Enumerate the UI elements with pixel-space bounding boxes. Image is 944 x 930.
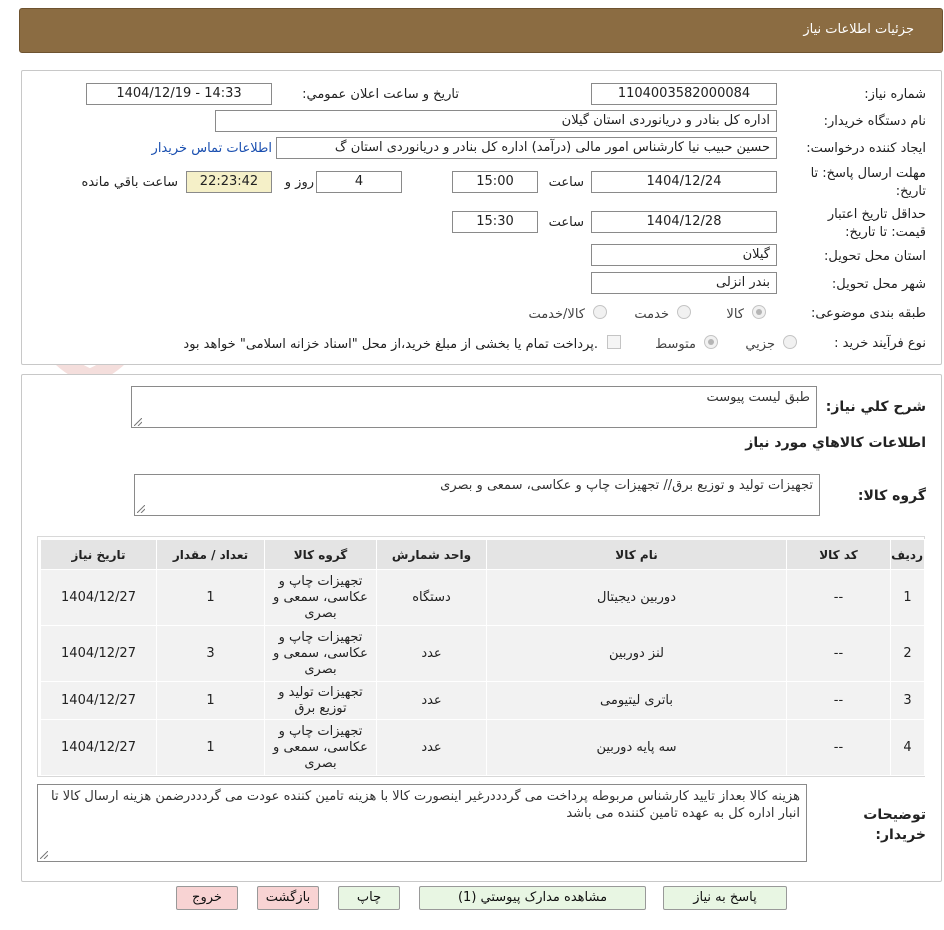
cell-date: 1404/12/27 xyxy=(40,719,157,776)
back-button[interactable]: بازگشت xyxy=(257,886,319,910)
category-goods-service-label: کالا/خدمت xyxy=(528,307,585,322)
validity-date-field: 1404/12/28 xyxy=(591,211,777,233)
cell-quantity: 1 xyxy=(156,719,265,776)
cell-unit: عدد xyxy=(376,719,487,776)
cell-row-number: 1 xyxy=(890,569,925,626)
print-button[interactable]: چاپ xyxy=(338,886,400,910)
table-row: 4 -- سه پایه دوربین عدد تجهیزات چاپ و عک… xyxy=(40,719,925,776)
province-field: گیلان xyxy=(591,244,777,266)
deadline-label: مهلت ارسال پاسخ: تا تاریخ: xyxy=(810,166,926,199)
purchase-medium-label: متوسط xyxy=(655,337,696,352)
validity-time-label: ساعت xyxy=(548,215,584,230)
table-row: 2 -- لنز دوربین عدد تجهیزات چاپ و عکاسی،… xyxy=(40,625,925,682)
deadline-time-label: ساعت xyxy=(548,175,584,190)
category-goods-label: کالا xyxy=(726,307,744,322)
buyer-contact-link[interactable]: اطلاعات تماس خریدار xyxy=(152,141,272,156)
resize-grip-icon[interactable] xyxy=(134,418,142,426)
reply-to-need-button[interactable]: پاسخ به نیاز xyxy=(663,886,787,910)
category-label: طبقه بندی موضوعی: xyxy=(810,306,926,321)
summary-label: شرح کلي نیاز: xyxy=(825,399,926,415)
view-attachments-button[interactable]: مشاهده مدارک پیوستي (1) xyxy=(419,886,646,910)
remaining-days-field: 4 xyxy=(316,171,402,193)
cell-row-number: 3 xyxy=(890,681,925,720)
category-service-label: خدمت xyxy=(634,307,669,322)
col-header-code: کد کالا xyxy=(786,539,891,570)
goods-info-title: اطلاعات کالاهاي مورد نیاز xyxy=(745,435,926,451)
table-row: 3 -- باتری لیتیومی عدد تجهیزات تولید و ت… xyxy=(40,681,925,720)
deadline-date-field: 1404/12/24 xyxy=(591,171,777,193)
cell-code: -- xyxy=(786,569,891,626)
page-title: جزئیات اطلاعات نیاز xyxy=(803,22,914,37)
buyer-org-label: نام دستگاه خریدار: xyxy=(823,114,926,129)
cell-unit: عدد xyxy=(376,681,487,720)
city-field: بندر انزلی xyxy=(591,272,777,294)
resize-grip-icon[interactable] xyxy=(137,505,145,513)
cell-name: دوربین دیجیتال xyxy=(486,569,787,626)
purchase-medium-radio[interactable] xyxy=(704,335,718,349)
deadline-time-field: 15:00 xyxy=(452,171,538,193)
cell-group: تجهیزات چاپ و عکاسی، سمعی و بصری xyxy=(264,569,377,626)
cell-group: تجهیزات چاپ و عکاسی، سمعی و بصری xyxy=(264,719,377,776)
cell-group: تجهیزات چاپ و عکاسی، سمعی و بصری xyxy=(264,625,377,682)
col-header-date: تاریخ نیاز xyxy=(40,539,157,570)
cell-quantity: 1 xyxy=(156,569,265,626)
city-label: شهر محل تحویل: xyxy=(831,277,926,292)
announce-datetime-field: 1404/12/19 - 14:33 xyxy=(86,83,272,105)
resize-grip-icon[interactable] xyxy=(40,851,48,859)
cell-code: -- xyxy=(786,681,891,720)
cell-date: 1404/12/27 xyxy=(40,681,157,720)
summary-textarea[interactable]: طبق لیست پیوست xyxy=(131,386,817,428)
validity-label: حداقل تاریخ اعتبار قیمت: تا تاریخ: xyxy=(827,207,926,240)
buyer-notes-textarea[interactable]: هزینه کالا بعداز تایید کارشناس مربوطه پر… xyxy=(37,784,807,862)
col-header-quantity: تعداد / مقدار xyxy=(156,539,265,570)
cell-name: سه پایه دوربین xyxy=(486,719,787,776)
goods-group-label: گروه کالا: xyxy=(857,488,926,504)
validity-time-field: 15:30 xyxy=(452,211,538,233)
remaining-time-label: ساعت باقي مانده xyxy=(81,175,178,190)
purchase-minor-label: جزیي xyxy=(745,337,775,352)
province-label: استان محل تحویل: xyxy=(824,249,926,264)
cell-row-number: 2 xyxy=(890,625,925,682)
days-label: روز و xyxy=(284,175,314,190)
cell-quantity: 1 xyxy=(156,681,265,720)
col-header-name: نام کالا xyxy=(486,539,787,570)
purchase-type-label: نوع فرآیند خرید : xyxy=(834,336,926,351)
need-number-field: 1104003582000084 xyxy=(591,83,777,105)
treasury-payment-checkbox[interactable] xyxy=(607,335,621,349)
cell-date: 1404/12/27 xyxy=(40,569,157,626)
col-header-group: گروه کالا xyxy=(264,539,377,570)
cell-group: تجهیزات تولید و توزیع برق xyxy=(264,681,377,720)
cell-name: باتری لیتیومی xyxy=(486,681,787,720)
table-row: 1 -- دوربین دیجیتال دستگاه تجهیزات چاپ و… xyxy=(40,569,925,626)
cell-quantity: 3 xyxy=(156,625,265,682)
col-header-row-number: ردیف xyxy=(890,539,925,570)
announce-datetime-label: تاریخ و ساعت اعلان عمومي: xyxy=(302,87,459,102)
exit-button[interactable]: خروج xyxy=(176,886,238,910)
col-header-unit: واحد شمارش xyxy=(376,539,487,570)
cell-date: 1404/12/27 xyxy=(40,625,157,682)
cell-code: -- xyxy=(786,625,891,682)
purchase-minor-radio[interactable] xyxy=(783,335,797,349)
category-service-radio[interactable] xyxy=(677,305,691,319)
creator-label: ایجاد کننده درخواست: xyxy=(806,141,926,156)
remaining-time-field: 22:23:42 xyxy=(186,171,272,193)
buyer-org-field: اداره کل بنادر و دریانوردی استان گیلان xyxy=(215,110,777,132)
goods-group-textarea[interactable]: تجهیزات تولید و توزیع برق// تجهیزات چاپ … xyxy=(134,474,820,516)
creator-field: حسین حبیب نیا کارشناس امور مالی (درآمد) … xyxy=(276,137,777,159)
need-number-label: شماره نیاز: xyxy=(864,87,926,102)
category-goods-service-radio[interactable] xyxy=(593,305,607,319)
table-header-row: ردیف کد کالا نام کالا واحد شمارش گروه کا… xyxy=(40,539,925,570)
buyer-notes-label: توضیحات خریدار: xyxy=(863,807,926,843)
cell-unit: عدد xyxy=(376,625,487,682)
items-table: ردیف کد کالا نام کالا واحد شمارش گروه کا… xyxy=(40,539,925,776)
cell-code: -- xyxy=(786,719,891,776)
cell-row-number: 4 xyxy=(890,719,925,776)
treasury-payment-note: پرداخت تمام یا بخشی از مبلغ خرید،از محل … xyxy=(183,337,598,352)
items-table-wrapper: ردیف کد کالا نام کالا واحد شمارش گروه کا… xyxy=(37,536,925,777)
category-goods-radio[interactable] xyxy=(752,305,766,319)
cell-name: لنز دوربین xyxy=(486,625,787,682)
cell-unit: دستگاه xyxy=(376,569,487,626)
